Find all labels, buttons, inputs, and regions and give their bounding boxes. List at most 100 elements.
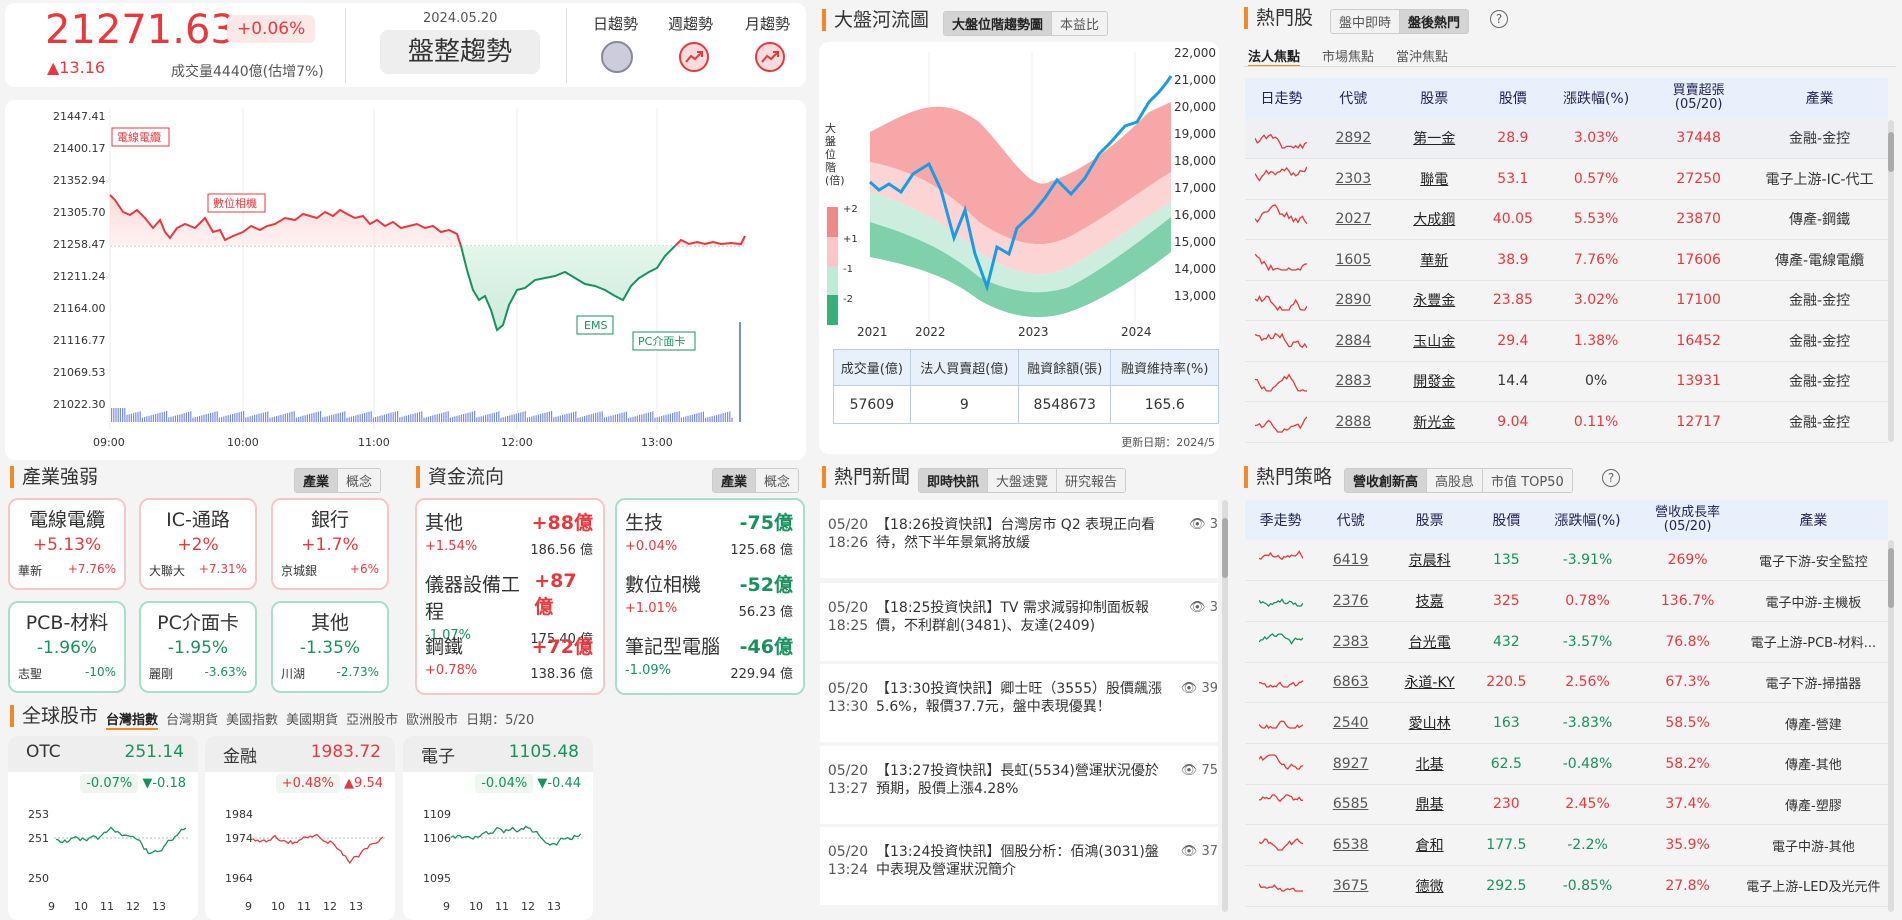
- market-mini-card[interactable]: OTC 251.14 -0.07% ▼-0.18 253 251 250 9 10 11 12 13: [8, 736, 198, 920]
- table-row[interactable]: 2888 新光金 9.04 0.11% 12717 金融-金控: [1245, 401, 1888, 443]
- table-row[interactable]: 2540 愛山林 163 -3.83% 58.5% 傳產-營建: [1245, 702, 1888, 744]
- stock-name[interactable]: 京晨科: [1385, 540, 1475, 582]
- news-headline[interactable]: 【13:30投資快訊】卿士旺（3555）股價飆漲5.6%，報價37.7元，盤中表…: [876, 680, 1166, 742]
- stock-code[interactable]: 2890: [1317, 280, 1389, 321]
- stock-code[interactable]: 2540: [1316, 702, 1386, 744]
- leader-stock[interactable]: 大聯大: [149, 562, 185, 579]
- tab-fund-concept[interactable]: 概念: [755, 469, 799, 492]
- news-item[interactable]: 05/20 13:27 【13:27投資快訊】長虹(5534)營運狀況優於預期，股價…: [820, 746, 1218, 824]
- news-headline[interactable]: 【18:26投資快訊】台灣房市 Q2 表現正向看待，然下半年景氣將放緩: [876, 516, 1166, 578]
- table-row[interactable]: 6538 倉和 177.5 -2.2% 35.9% 電子中游-其他: [1245, 824, 1888, 866]
- tab-news-live[interactable]: 即時快訊: [919, 469, 988, 492]
- tab-river-pe[interactable]: 本益比: [1051, 12, 1108, 35]
- stock-name[interactable]: 永豐金: [1388, 280, 1480, 321]
- industry-card[interactable]: PCB-材料 -1.96% 志聖 -10%: [8, 601, 126, 693]
- stock-code[interactable]: 6585: [1316, 784, 1386, 826]
- stock-code[interactable]: 2888: [1317, 401, 1389, 443]
- tab-top50[interactable]: 市值 TOP50: [1482, 469, 1572, 492]
- news-item[interactable]: 05/20 13:24 【13:24投資快訊】個股分析：佰鴻(3031)盤中表現及營…: [820, 827, 1218, 905]
- table-row[interactable]: 2303 聯電 53.1 0.57% 27250 電子上游-IC-代工: [1245, 158, 1888, 200]
- industry-card[interactable]: IC-通路 +2% 大聯大 +7.31%: [139, 498, 257, 590]
- stock-name[interactable]: 華新: [1388, 239, 1480, 281]
- table-row[interactable]: 2027 大成鋼 40.05 5.53% 23870 傳產-鋼鐵: [1245, 199, 1888, 240]
- stock-name[interactable]: 聯電: [1388, 158, 1480, 200]
- stock-name[interactable]: 第一金: [1388, 118, 1480, 159]
- news-item[interactable]: 05/20 18:26 【18:26投資快訊】台灣房市 Q2 表現正向看待，然下半年…: [820, 500, 1218, 578]
- fund-item[interactable]: 其他 +88億 +1.54% 186.56 億: [417, 500, 603, 562]
- leader-stock[interactable]: 川湖: [281, 665, 305, 682]
- intraday-chart[interactable]: 21447.41 21400.17 21352.94 21305.70 2125…: [5, 100, 806, 460]
- stock-name[interactable]: 北基: [1385, 743, 1475, 785]
- news-scrollbar[interactable]: [1222, 500, 1228, 912]
- tab-global[interactable]: 歐洲股市: [406, 709, 458, 730]
- tab-institutional[interactable]: 法人焦點: [1248, 46, 1301, 67]
- stock-name[interactable]: 開發金: [1388, 361, 1480, 402]
- market-mini-card[interactable]: 電子 1105.48 -0.04% ▼-0.44 1109 1106 1095 9 10 11 1…: [403, 736, 593, 920]
- stock-code[interactable]: 2376: [1316, 580, 1386, 622]
- hot-scrollbar[interactable]: [1888, 120, 1894, 442]
- tab-global[interactable]: 美國期貨: [286, 709, 338, 730]
- news-headline[interactable]: 【13:24投資快訊】個股分析：佰鴻(3031)盤中表現及營運狀況簡介: [876, 843, 1166, 905]
- stock-name[interactable]: 鼎基: [1385, 784, 1475, 826]
- industry-card[interactable]: 電線電纜 +5.13% 華新 +7.76%: [8, 498, 126, 590]
- table-row[interactable]: 8927 北基 62.5 -0.48% 58.2% 傳產-其他: [1245, 743, 1888, 785]
- stock-name[interactable]: 大成鋼: [1388, 199, 1480, 240]
- tab-river-level[interactable]: 大盤位階趨勢圖: [944, 12, 1052, 35]
- stock-code[interactable]: 2383: [1316, 621, 1386, 663]
- leader-stock[interactable]: 京城銀: [281, 562, 317, 579]
- table-row[interactable]: 6863 永道-KY 220.5 2.56% 67.3% 電子下游-掃描器: [1245, 662, 1888, 704]
- stock-name[interactable]: 德微: [1385, 865, 1475, 907]
- table-row[interactable]: 1605 華新 38.9 7.76% 17606 傳產-電線電纜: [1245, 239, 1888, 281]
- stock-code[interactable]: 2303: [1317, 158, 1389, 200]
- fund-item[interactable]: 筆記型電腦 -46億 -1.09% 229.94 億: [617, 624, 803, 686]
- stock-code[interactable]: 6538: [1316, 824, 1386, 866]
- stock-code[interactable]: 2884: [1317, 320, 1389, 362]
- trend-day-neutral-icon[interactable]: [601, 41, 633, 73]
- table-row[interactable]: 2376 技嘉 325 0.78% 136.7% 電子中游-主機板: [1245, 580, 1888, 622]
- tab-high-dividend[interactable]: 高股息: [1426, 469, 1483, 492]
- stock-code[interactable]: 2892: [1317, 118, 1389, 159]
- table-row[interactable]: 2892 第一金 28.9 3.03% 37448 金融-金控: [1245, 118, 1888, 159]
- tab-market[interactable]: 市場焦點: [1322, 46, 1374, 67]
- stock-code[interactable]: 2883: [1317, 361, 1389, 402]
- stock-name[interactable]: 倉和: [1385, 824, 1475, 866]
- stock-name[interactable]: 台光電: [1385, 621, 1475, 663]
- river-chart[interactable]: 22,000 21,000 20,000 19,000 18,000 17,00…: [819, 42, 1219, 342]
- stock-name[interactable]: 玉山金: [1388, 320, 1480, 362]
- market-mini-card[interactable]: 金融 1983.72 +0.48% ▲9.54 1984 1974 1964 9 10 11 12…: [205, 736, 395, 920]
- fund-item[interactable]: 鋼鐵 +72億 +0.78% 138.36 億: [417, 624, 603, 686]
- tab-industry[interactable]: 產業: [295, 469, 338, 492]
- leader-stock[interactable]: 麗剛: [149, 665, 173, 682]
- table-row[interactable]: 2884 玉山金 29.4 1.38% 16452 金融-金控: [1245, 320, 1888, 362]
- stock-name[interactable]: 技嘉: [1385, 580, 1475, 622]
- tab-daytrade[interactable]: 當沖焦點: [1396, 46, 1448, 67]
- tab-fund-industry[interactable]: 產業: [713, 469, 756, 492]
- industry-card[interactable]: PC介面卡 -1.95% 麗剛 -3.63%: [139, 601, 257, 693]
- trend-month-up-icon[interactable]: [754, 41, 786, 73]
- stock-code[interactable]: 3675: [1316, 865, 1386, 907]
- industry-card[interactable]: 其他 -1.35% 川湖 -2.73%: [271, 601, 389, 693]
- help-icon[interactable]: ?: [1490, 10, 1508, 28]
- tab-global[interactable]: 台灣指數: [106, 709, 159, 730]
- leader-stock[interactable]: 華新: [18, 562, 42, 579]
- table-row[interactable]: 2890 永豐金 23.85 3.02% 17100 金融-金控: [1245, 280, 1888, 321]
- table-row[interactable]: 3675 德微 292.5 -0.85% 27.8% 電子上游-LED及光元件: [1245, 865, 1888, 907]
- tab-news-overview[interactable]: 大盤速覽: [987, 469, 1057, 492]
- news-headline[interactable]: 【18:25投資快訊】TV 需求減弱抑制面板報價，不利群創(3481)、友達(2…: [876, 599, 1166, 661]
- fund-item[interactable]: 數位相機 -52億 +1.01% 56.23 億: [617, 562, 803, 624]
- col-header-sortable[interactable]: 營收成長率 (05/20): [1636, 500, 1739, 540]
- stock-code[interactable]: 2027: [1317, 199, 1389, 240]
- table-row[interactable]: 6585 鼎基 230 2.45% 37.4% 傳產-塑膠: [1245, 784, 1888, 826]
- news-headline[interactable]: 【13:27投資快訊】長虹(5534)營運狀況優於預期，股價上漲4.28%: [876, 762, 1166, 824]
- tab-global[interactable]: 美國指數: [226, 709, 278, 730]
- fund-item[interactable]: 儀器設備工程 +87億 -1.07% 175.40 億: [417, 562, 603, 647]
- table-row[interactable]: 6419 京晨科 135 -3.91% 269% 電子下游-安全監控: [1245, 540, 1888, 582]
- tab-intraday[interactable]: 盤中即時: [1331, 10, 1400, 33]
- stock-code[interactable]: 6419: [1316, 540, 1386, 582]
- col-header-sortable[interactable]: 買賣超張 (05/20): [1646, 78, 1752, 118]
- fund-item[interactable]: 生技 -75億 +0.04% 125.68 億: [617, 500, 803, 562]
- industry-card[interactable]: 銀行 +1.7% 京城銀 +6%: [271, 498, 389, 590]
- leader-stock[interactable]: 志聖: [18, 665, 42, 682]
- help-icon[interactable]: ?: [1602, 469, 1620, 487]
- stock-code[interactable]: 1605: [1317, 239, 1389, 281]
